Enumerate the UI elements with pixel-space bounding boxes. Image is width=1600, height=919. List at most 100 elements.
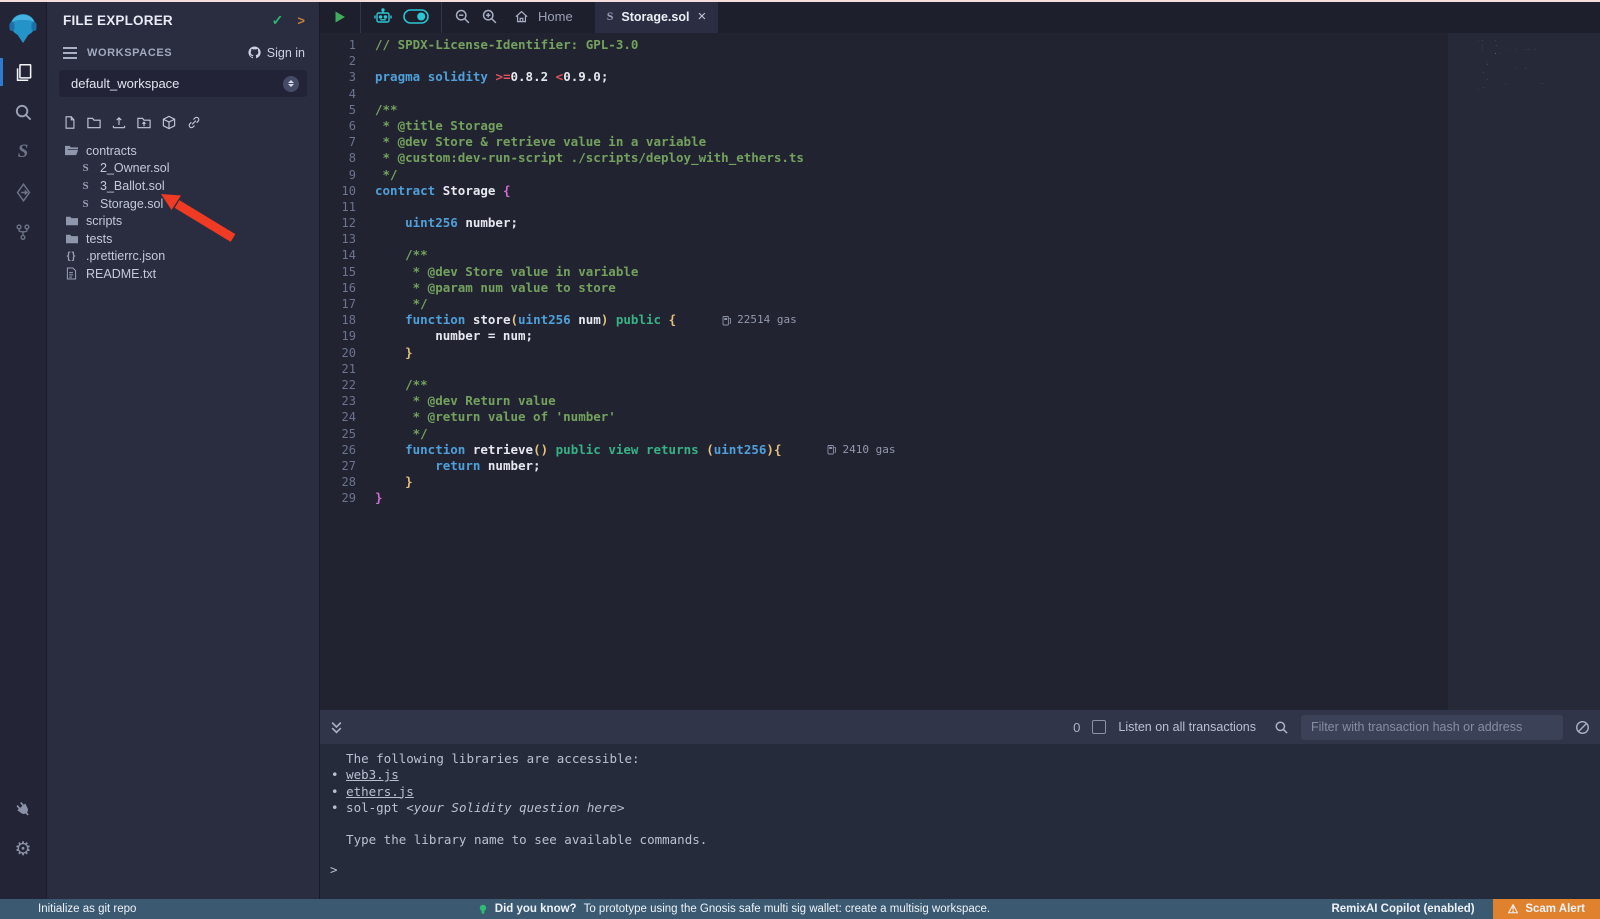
plugin-manager-icon[interactable]: [0, 789, 47, 829]
upload-folder-icon[interactable]: [136, 115, 152, 130]
terminal-link[interactable]: web3.js: [346, 767, 399, 782]
zoom-home-group: Home: [442, 0, 585, 33]
double-chevron-down-icon[interactable]: [330, 721, 343, 734]
terminal-link[interactable]: ethers.js: [346, 784, 414, 799]
tree-item-2_Owner.sol[interactable]: S2_Owner.sol: [47, 160, 319, 178]
sol-icon: S: [78, 198, 93, 210]
solidity-compiler-icon[interactable]: S: [0, 132, 47, 172]
tab-storage-sol[interactable]: S Storage.sol ×: [595, 0, 719, 33]
play-icon[interactable]: [333, 10, 347, 24]
workspaces-row: WORKSPACES Sign in: [47, 29, 319, 60]
line-number: 19: [320, 328, 375, 344]
tree-item-scripts[interactable]: scripts: [47, 212, 319, 230]
code-line: 9 */: [320, 167, 1600, 183]
git-icon[interactable]: [0, 212, 47, 252]
run-group: [320, 0, 361, 33]
git-init-button[interactable]: Initialize as git repo: [0, 903, 136, 915]
tree-item-label: tests: [86, 232, 112, 246]
line-number: 12: [320, 215, 375, 231]
line-number: 3: [320, 69, 375, 85]
line-number: 7: [320, 134, 375, 150]
code-line: 2: [320, 53, 1600, 69]
line-number: 29: [320, 490, 375, 506]
code-line: 20 }: [320, 345, 1600, 361]
minimap-line: }: [1478, 89, 1600, 91]
zoom-out-icon[interactable]: [454, 8, 471, 25]
did-you-know-tip: Did you know? To prototype using the Gno…: [478, 903, 990, 915]
home-icon: [514, 9, 529, 24]
transaction-filter-input[interactable]: [1301, 715, 1563, 740]
chevron-right-icon[interactable]: >: [297, 13, 305, 28]
line-number: 23: [320, 393, 375, 409]
tree-item-.prettierrc.json[interactable]: {}.prettierrc.json: [47, 248, 319, 266]
activity-bar: S: [0, 0, 47, 899]
sign-in-button[interactable]: Sign in: [247, 45, 305, 60]
file-explorer-icon[interactable]: [0, 52, 47, 92]
tree-item-label: scripts: [86, 214, 122, 228]
terminal-line: Type the library name to see available c…: [320, 832, 1600, 848]
editor-column: Home S Storage.sol × 1// SPDX-License-Id…: [320, 0, 1600, 899]
panel-title-row: FILE EXPLORER ✓ >: [47, 0, 319, 29]
tip-title: Did you know?: [495, 903, 577, 915]
new-file-icon[interactable]: [63, 115, 77, 130]
line-number: 8: [320, 150, 375, 166]
sol-icon: S: [78, 180, 93, 192]
tree-item-tests[interactable]: tests: [47, 230, 319, 248]
tree-item-contracts[interactable]: contracts: [47, 142, 319, 160]
tab-label: Storage.sol: [621, 10, 689, 24]
tree-item-3_Ballot.sol[interactable]: S3_Ballot.sol: [47, 177, 319, 195]
cube-icon[interactable]: [161, 115, 177, 130]
code-lines: 1// SPDX-License-Identifier: GPL-3.023pr…: [320, 33, 1600, 506]
status-bar-right: RemixAI Copilot (enabled) ⚠ Scam Alert: [1331, 899, 1600, 919]
circle-slash-icon[interactable]: [1575, 720, 1590, 735]
line-number: 15: [320, 264, 375, 280]
code-line: 25 */: [320, 426, 1600, 442]
upload-file-icon[interactable]: [111, 115, 127, 130]
line-number: 11: [320, 199, 375, 215]
terminal-search-icon[interactable]: [1274, 720, 1289, 735]
terminal-line: • ethers.js: [320, 784, 1600, 800]
lightbulb-icon: [478, 904, 488, 915]
copilot-status[interactable]: RemixAI Copilot (enabled): [1331, 903, 1474, 915]
deploy-run-icon[interactable]: [0, 172, 47, 212]
workspace-select[interactable]: default_workspace: [59, 70, 307, 97]
line-number: 14: [320, 247, 375, 263]
zoom-in-icon[interactable]: [481, 8, 498, 25]
terminal-toolbar: 0 Listen on all transactions: [320, 710, 1600, 744]
new-folder-icon[interactable]: [86, 115, 102, 130]
line-number: 26: [320, 442, 375, 458]
link-icon[interactable]: [186, 115, 202, 130]
solidity-icon: S: [607, 9, 614, 24]
line-number: 18: [320, 312, 375, 328]
scam-alert-button[interactable]: ⚠ Scam Alert: [1493, 899, 1600, 919]
tree-item-Storage.sol[interactable]: SStorage.sol: [47, 195, 319, 213]
robot-icon[interactable]: [373, 8, 393, 25]
terminal[interactable]: The following libraries are accessible:•…: [320, 744, 1600, 899]
tip-text: To prototype using the Gnosis safe multi…: [584, 903, 991, 915]
tree-item-README.txt[interactable]: README.txt: [47, 265, 319, 283]
gas-estimate-annotation: 22514 gas: [722, 312, 797, 328]
line-number: 1: [320, 37, 375, 53]
remix-logo[interactable]: [7, 6, 39, 52]
line-number: 28: [320, 474, 375, 490]
line-number: 27: [320, 458, 375, 474]
hamburger-icon[interactable]: [63, 47, 77, 59]
home-label: Home: [538, 9, 573, 24]
toggle-on-icon[interactable]: [403, 9, 429, 24]
minimap[interactable]: // SPDX-License-Identifier: GPL-3.0pragm…: [1448, 33, 1600, 710]
search-icon[interactable]: [0, 92, 47, 132]
file-icon: [64, 267, 79, 280]
settings-gear-icon[interactable]: ⚙: [0, 829, 47, 869]
code-line: 15 * @dev Store value in variable: [320, 264, 1600, 280]
scam-alert-label: Scam Alert: [1525, 903, 1585, 915]
terminal-output: The following libraries are accessible:•…: [320, 751, 1600, 849]
tab-close-icon[interactable]: ×: [697, 9, 706, 24]
json-icon: {}: [64, 251, 79, 262]
terminal-prompt[interactable]: >: [320, 862, 1600, 878]
line-number: 25: [320, 426, 375, 442]
listen-checkbox[interactable]: [1092, 720, 1106, 734]
code-line: 4: [320, 86, 1600, 102]
code-editor[interactable]: 1// SPDX-License-Identifier: GPL-3.023pr…: [320, 33, 1600, 710]
line-number: 9: [320, 167, 375, 183]
home-tab[interactable]: Home: [514, 9, 573, 24]
